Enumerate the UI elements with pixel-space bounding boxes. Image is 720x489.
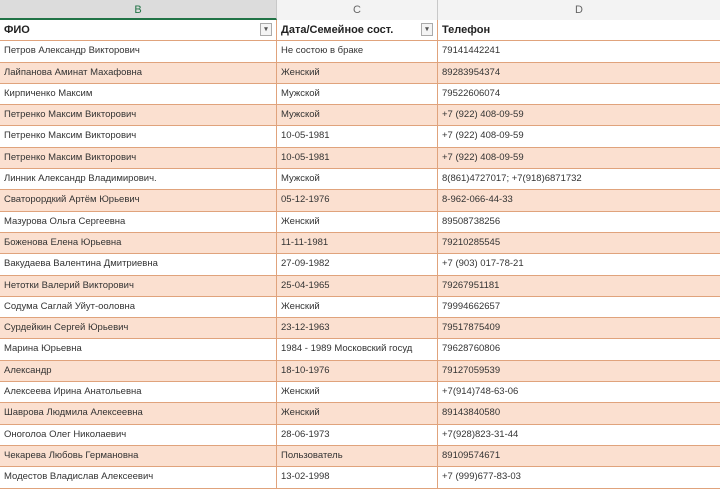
cell-info[interactable]: 05-12-1976 xyxy=(277,190,438,212)
cell-info[interactable]: Женский xyxy=(277,62,438,84)
cell-name[interactable]: Шаврова Людмила Алексеевна xyxy=(0,403,277,425)
table-row: Кирпиченко Максим Мужской 79522606074 xyxy=(0,83,720,106)
cell-info[interactable]: Женский xyxy=(277,211,438,233)
cell-phone[interactable]: +7(928)823-31-44 xyxy=(438,424,720,446)
filter-dropdown-icon[interactable]: ▾ xyxy=(421,23,433,36)
cell-name[interactable]: Нетотки Валерий Викторович xyxy=(0,275,277,297)
cell-phone[interactable]: 79628760806 xyxy=(438,339,720,361)
cell-name[interactable]: Содума Саглай Уйут-ооловна xyxy=(0,296,277,319)
cell-phone[interactable]: 79141442241 xyxy=(438,41,720,63)
table-header-row: ФИО ▾ Дата/Семейное сост. ▾ Телефон xyxy=(0,20,720,42)
cell-phone[interactable]: 89109574671 xyxy=(438,445,720,468)
filter-dropdown-icon[interactable]: ▾ xyxy=(260,23,272,36)
cell-info[interactable]: Пользователь xyxy=(277,445,438,468)
cell-name[interactable]: Модестов Владислав Алексеевич xyxy=(0,467,277,489)
cell-info[interactable]: Женский xyxy=(277,382,438,404)
header-cell-info[interactable]: Дата/Семейное сост. ▾ xyxy=(277,20,438,42)
table-row: Содума Саглай Уйут-ооловна Женский 7999466… xyxy=(0,296,720,319)
header-cell-name[interactable]: ФИО ▾ xyxy=(0,20,277,42)
cell-name[interactable]: Лайпанова Аминат Махафовна xyxy=(0,62,277,84)
cell-info[interactable]: 28-06-1973 xyxy=(277,424,438,446)
cell-phone[interactable]: 8(861)4727017; +7(918)6871732 xyxy=(438,169,720,191)
cell-phone[interactable]: 79994662657 xyxy=(438,296,720,319)
table-row: Нетотки Валерий Викторович 25-04-1965 7926… xyxy=(0,275,720,297)
table-row: Лайпанова Аминат Махафовна Женский 8928395… xyxy=(0,62,720,84)
table-row: Сваторордкий Артём Юрьевич 05-12-1976 8-96… xyxy=(0,190,720,212)
table-row: Петренко Максим Викторович 10-05-1981 +7 (… xyxy=(0,147,720,170)
cell-info[interactable]: 23-12-1963 xyxy=(277,318,438,340)
cell-info[interactable]: Не состою в браке xyxy=(277,41,438,63)
cell-name[interactable]: Петренко Максим Викторович xyxy=(0,126,277,148)
cell-name[interactable]: Сурдейкин Сергей Юрьевич xyxy=(0,318,277,340)
cell-info[interactable]: Женский xyxy=(277,296,438,319)
cell-name[interactable]: Мазурова Ольга Сергеевна xyxy=(0,211,277,233)
cell-name[interactable]: Кирпиченко Максим xyxy=(0,83,277,106)
table-row: Боженова Елена Юрьевна 11-11-1981 79210285… xyxy=(0,232,720,255)
cell-phone[interactable]: 79210285545 xyxy=(438,232,720,255)
table-row: Петров Александр Викторович Не состою в б… xyxy=(0,41,720,63)
header-label-phone: Телефон xyxy=(442,24,491,36)
cell-name[interactable]: Чекарева Любовь Германовна xyxy=(0,445,277,468)
table-row: Сурдейкин Сергей Юрьевич 23-12-1963 795178… xyxy=(0,318,720,340)
column-header-c[interactable]: C xyxy=(277,0,438,20)
cell-phone[interactable]: +7 (922) 408-09-59 xyxy=(438,147,720,170)
cell-phone[interactable]: 89143840580 xyxy=(438,403,720,425)
cell-phone[interactable]: 8-962-066-44-33 xyxy=(438,190,720,212)
cell-name[interactable]: Оноголоа Олег Николаевич xyxy=(0,424,277,446)
cell-phone[interactable]: 79127059539 xyxy=(438,360,720,383)
cell-phone[interactable]: +7 (999)677-83-03 xyxy=(438,467,720,489)
cell-name[interactable]: Петров Александр Викторович xyxy=(0,41,277,63)
spreadsheet-grid: ФИО ▾ Дата/Семейное сост. ▾ Телефон Петр… xyxy=(0,20,720,489)
cell-phone[interactable]: 79267951181 xyxy=(438,275,720,297)
cell-name[interactable]: Линник Александр Владимирович. xyxy=(0,169,277,191)
table-row: Петренко Максим Викторович Мужской +7 (922… xyxy=(0,105,720,127)
table-row: Линник Александр Владимирович. Мужской 8(8… xyxy=(0,169,720,191)
table-row: Модестов Владислав Алексеевич 13-02-1998 +… xyxy=(0,467,720,489)
cell-info[interactable]: 10-05-1981 xyxy=(277,126,438,148)
table-row: Шаврова Людмила Алексеевна Женский 8914384… xyxy=(0,403,720,425)
table-row: Марина Юрьевна 1984 - 1989 Московский гос… xyxy=(0,339,720,361)
cell-info[interactable]: 18-10-1976 xyxy=(277,360,438,383)
cell-info[interactable]: Женский xyxy=(277,403,438,425)
cell-phone[interactable]: +7 (922) 408-09-59 xyxy=(438,105,720,127)
cell-name[interactable]: Петренко Максим Викторович xyxy=(0,105,277,127)
cell-phone[interactable]: 89283954374 xyxy=(438,62,720,84)
cell-phone[interactable]: 79517875409 xyxy=(438,318,720,340)
column-headers: B C D xyxy=(0,0,720,21)
column-header-d[interactable]: D xyxy=(438,0,720,20)
cell-phone[interactable]: +7 (922) 408-09-59 xyxy=(438,126,720,148)
cell-name[interactable]: Петренко Максим Викторович xyxy=(0,147,277,170)
cell-info[interactable]: 25-04-1965 xyxy=(277,275,438,297)
cell-name[interactable]: Алексеева Ирина Анатольевна xyxy=(0,382,277,404)
cell-name[interactable]: Александр xyxy=(0,360,277,383)
cell-info[interactable]: Мужской xyxy=(277,83,438,106)
cell-name[interactable]: Вакудаева Валентина Дмитриевна xyxy=(0,254,277,276)
cell-info[interactable]: Мужской xyxy=(277,105,438,127)
cell-info[interactable]: Мужской xyxy=(277,169,438,191)
cell-phone[interactable]: 89508738256 xyxy=(438,211,720,233)
cell-info[interactable]: 1984 - 1989 Московский госуд xyxy=(277,339,438,361)
header-cell-phone[interactable]: Телефон xyxy=(438,20,720,42)
table-row: Чекарева Любовь Германовна Пользователь 89… xyxy=(0,445,720,468)
header-label-name: ФИО xyxy=(4,24,30,36)
cell-name[interactable]: Сваторордкий Артём Юрьевич xyxy=(0,190,277,212)
cell-phone[interactable]: 79522606074 xyxy=(438,83,720,106)
table-row: Петренко Максим Викторович 10-05-1981 +7 (… xyxy=(0,126,720,148)
table-row: Оноголоа Олег Николаевич 28-06-1973 +7(928… xyxy=(0,424,720,446)
cell-name[interactable]: Марина Юрьевна xyxy=(0,339,277,361)
table-row: Мазурова Ольга Сергеевна Женский 895087382… xyxy=(0,211,720,233)
cell-info[interactable]: 13-02-1998 xyxy=(277,467,438,489)
column-header-b[interactable]: B xyxy=(0,0,277,20)
cell-phone[interactable]: +7(914)748-63-06 xyxy=(438,382,720,404)
table-row: Александр 18-10-1976 79127059539 xyxy=(0,360,720,383)
cell-name[interactable]: Боженова Елена Юрьевна xyxy=(0,232,277,255)
table-row: Вакудаева Валентина Дмитриевна 27-09-1982… xyxy=(0,254,720,276)
cell-info[interactable]: 11-11-1981 xyxy=(277,232,438,255)
cell-phone[interactable]: +7 (903) 017-78-21 xyxy=(438,254,720,276)
table-row: Алексеева Ирина Анатольевна Женский +7(914… xyxy=(0,382,720,404)
cell-info[interactable]: 27-09-1982 xyxy=(277,254,438,276)
cell-info[interactable]: 10-05-1981 xyxy=(277,147,438,170)
header-label-info: Дата/Семейное сост. xyxy=(281,24,394,36)
